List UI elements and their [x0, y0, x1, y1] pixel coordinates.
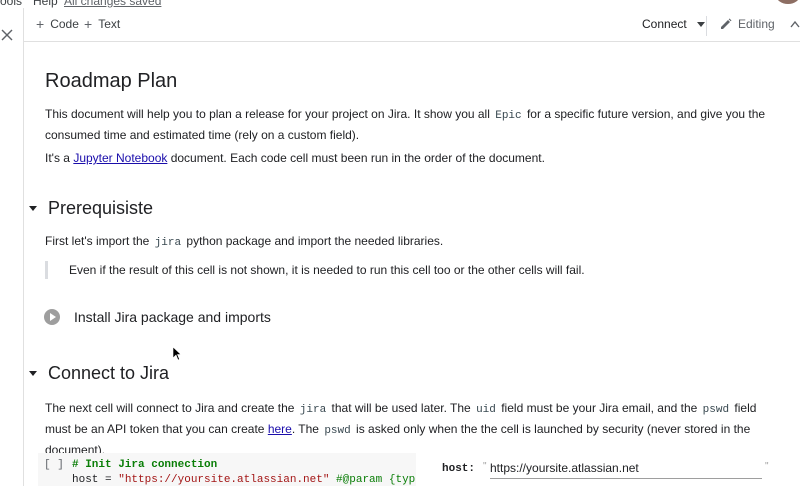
- code-cell-jira-connection[interactable]: [ ] # Init Jira connection host = "https…: [38, 453, 416, 486]
- intro-code-epic: Epic: [495, 110, 522, 122]
- prereq-code-jira: jira: [154, 237, 182, 249]
- collapsed-code-cell[interactable]: Install Jira package and imports: [44, 309, 271, 325]
- doc-title: Roadmap Plan: [45, 70, 178, 92]
- notebook-paragraph: It's a Jupyter Notebook document. Each c…: [45, 149, 785, 168]
- section-connect-title: Connect to Jira: [48, 363, 170, 383]
- api-token-link[interactable]: here: [268, 422, 292, 436]
- section-prerequisite-title: Prerequisiste: [48, 198, 154, 218]
- connect-text-3: field must be your Jira email, and the: [497, 401, 701, 415]
- add-text-label: Text: [98, 17, 121, 31]
- intro-paragraph: This document will help you to plan a re…: [45, 105, 785, 145]
- connect-paragraph: The next cell will connect to Jira and c…: [45, 399, 785, 460]
- connect-text-2: that will be used later. The: [328, 401, 475, 415]
- section-prerequisite-header[interactable]: Prerequisiste: [28, 198, 153, 219]
- avatar[interactable]: [776, 0, 800, 4]
- prereq-text-b: python package and import the needed lib…: [183, 234, 444, 248]
- form-host-label: host:: [442, 463, 476, 475]
- editing-mode-button[interactable]: Editing: [720, 17, 775, 31]
- code-line-comment: # Init Jira connection: [72, 459, 218, 471]
- notebook-text-a: It's a: [45, 151, 74, 165]
- quote-close-mark: ": [765, 461, 769, 472]
- intro-text-a: This document will help you to plan a re…: [45, 107, 494, 121]
- notebook-toolbar: + Code + Text Connect Editing: [24, 8, 800, 42]
- section-connect-header[interactable]: Connect to Jira: [28, 363, 169, 384]
- mouse-pointer-icon: [173, 347, 182, 361]
- connect-button[interactable]: Connect: [642, 17, 705, 31]
- prereq-note-text: Even if the result of this cell is not s…: [69, 263, 585, 277]
- plus-icon: +: [36, 16, 45, 32]
- connect-label: Connect: [642, 17, 687, 31]
- prereq-note-quote: Even if the result of this cell is not s…: [45, 261, 745, 279]
- code-host-param: #@param {type:"st: [336, 474, 416, 486]
- plus-icon: +: [84, 16, 93, 32]
- connect-code-pswd: pswd: [702, 404, 730, 416]
- editing-label: Editing: [738, 17, 775, 31]
- notebook-content: Roadmap Plan This document will help you…: [24, 43, 800, 486]
- jupyter-notebook-link[interactable]: Jupyter Notebook: [73, 151, 167, 165]
- menu-tools[interactable]: Tools: [0, 0, 22, 8]
- host-input[interactable]: [490, 457, 762, 479]
- connect-code-jira: jira: [299, 404, 327, 416]
- collapse-caret-icon[interactable]: [28, 370, 38, 377]
- add-text-button[interactable]: + Text: [84, 17, 120, 31]
- collapse-caret-icon[interactable]: [28, 205, 38, 212]
- prereq-text-a: First let's import the: [45, 234, 153, 248]
- collapsed-cell-label: Install Jira package and imports: [74, 309, 271, 325]
- code-line-host: host = "https://yoursite.atlassian.net" …: [72, 474, 416, 486]
- connect-code-uid: uid: [476, 404, 496, 416]
- close-icon[interactable]: [0, 28, 14, 42]
- notebook-text-b: document. Each code cell must been run i…: [167, 151, 545, 165]
- run-cell-icon[interactable]: [44, 309, 60, 325]
- connect-code-pswd-2: pswd: [324, 425, 351, 437]
- toolbar-divider: [706, 16, 707, 36]
- code-host-string: "https://yoursite.atlassian.net": [118, 474, 330, 486]
- add-code-label: Code: [50, 17, 79, 31]
- add-code-button[interactable]: + Code: [36, 17, 79, 31]
- run-cell-bracket[interactable]: [ ]: [44, 459, 64, 471]
- left-rail: [0, 8, 24, 486]
- quote-open-mark: ": [483, 461, 487, 472]
- save-status-link[interactable]: All changes saved: [64, 0, 161, 8]
- menu-help[interactable]: Help: [33, 0, 58, 8]
- pencil-icon: [721, 18, 732, 29]
- connect-text-5: . The: [291, 422, 323, 436]
- menubar: Tools Help All changes saved: [0, 0, 800, 8]
- caret-down-icon: [696, 21, 705, 27]
- code-host-assign: host =: [72, 474, 119, 486]
- chevron-up-icon[interactable]: [790, 20, 800, 28]
- connect-text-1: The next cell will connect to Jira and c…: [45, 401, 298, 415]
- prereq-paragraph: First let's import the jira python packa…: [45, 232, 785, 253]
